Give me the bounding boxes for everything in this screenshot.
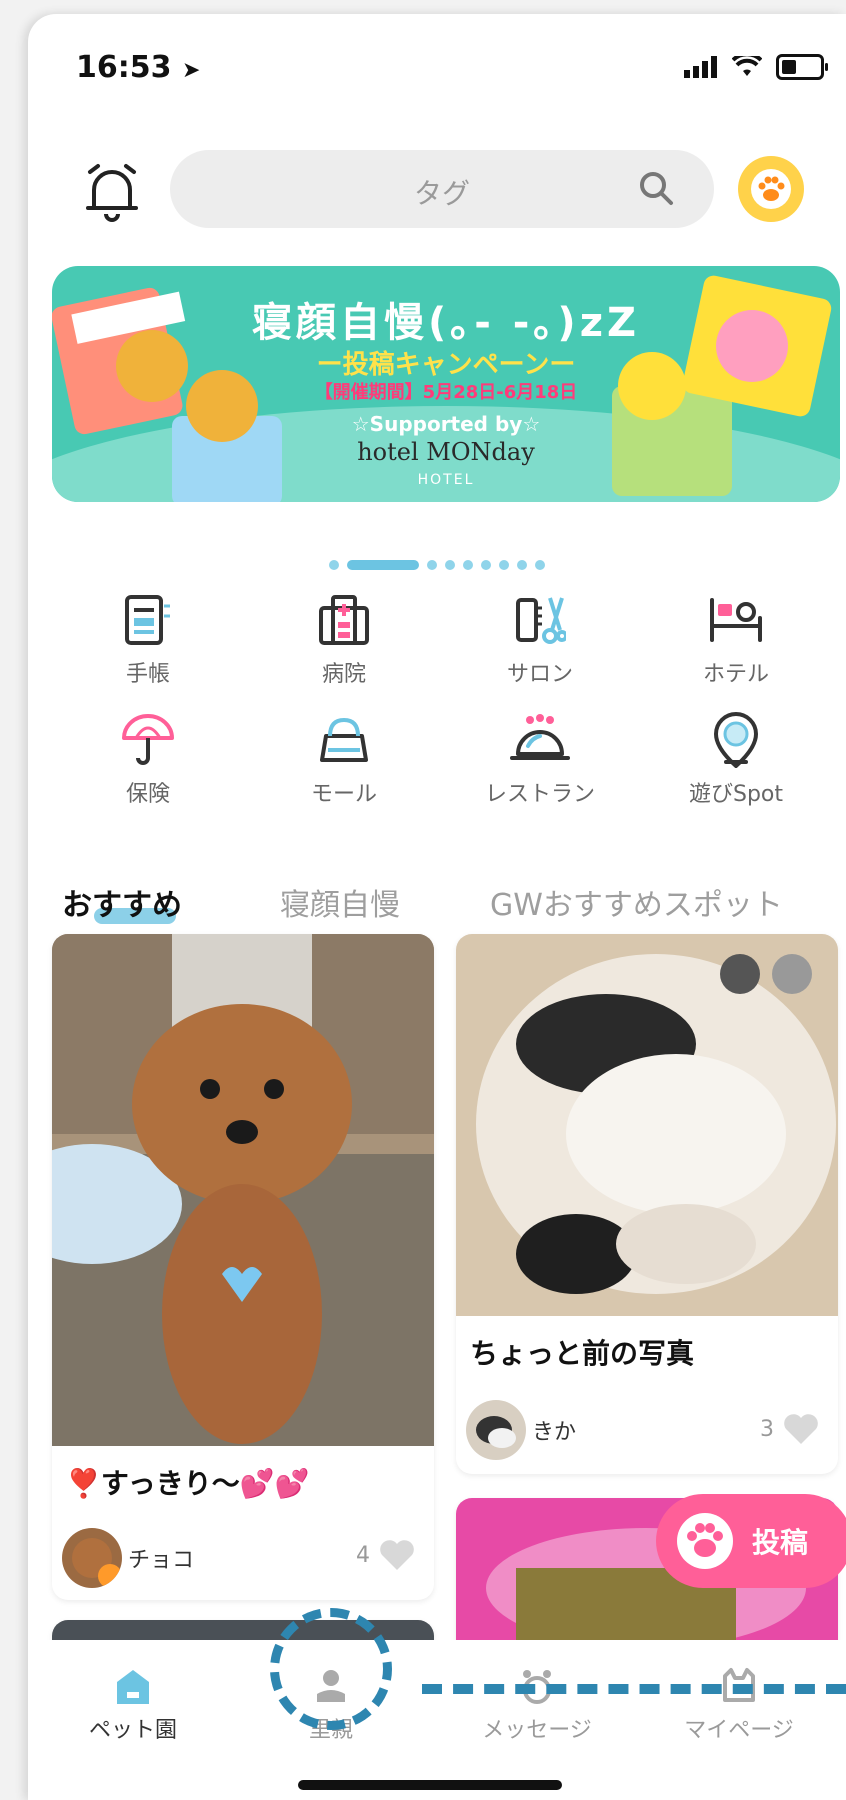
- campaign-banner[interactable]: 寝顔自慢(｡- -｡)zZ ー投稿キャンペーンー 【開催期間】5月28日-6月1…: [52, 266, 840, 502]
- like-count: 3: [760, 1416, 774, 1442]
- app-screen: 16:53 ➤ タグ 寝顔自慢(｡- -｡)zZ ー投稿キャンペーンー 【開催期…: [28, 14, 846, 1800]
- status-time: 16:53 ➤: [76, 50, 201, 85]
- post-title: ちょっと前の写真: [470, 1337, 695, 1370]
- notebook-icon: [125, 595, 170, 645]
- heart-icon: [380, 1540, 414, 1570]
- nav-message[interactable]: メッセージ: [452, 1660, 622, 1744]
- category-label: 遊びSpot: [688, 782, 784, 807]
- bottom-nav: ペット園 里親 メッセージ マイページ: [28, 1640, 846, 1800]
- paw-icon: [677, 1513, 733, 1569]
- carousel-dots[interactable]: [28, 560, 846, 570]
- shopping-bag-icon: [320, 717, 368, 762]
- banner-hotel-logo-2: HOTEL: [417, 472, 475, 488]
- post-username: きか: [532, 1420, 577, 1445]
- category-insurance[interactable]: 保険: [78, 712, 218, 808]
- avatar: [466, 1400, 526, 1460]
- location-arrow-icon: ➤: [181, 58, 201, 83]
- category-label: ホテル: [702, 662, 769, 687]
- carousel-dot[interactable]: [499, 560, 509, 570]
- post-user[interactable]: チョコ: [62, 1528, 194, 1588]
- category-restaurant[interactable]: レストラン: [470, 712, 610, 808]
- paw-profile-button[interactable]: [738, 156, 804, 222]
- category-mall[interactable]: モール: [274, 712, 414, 808]
- tab-gw-spots[interactable]: GWおすすめスポット: [490, 880, 783, 924]
- category-salon[interactable]: サロン: [470, 592, 610, 688]
- tab-recommended[interactable]: おすすめ: [62, 880, 182, 924]
- like-button[interactable]: 3: [760, 1412, 820, 1446]
- banner-title: 寝顔自慢(｡- -｡)zZ: [252, 300, 640, 346]
- carousel-dot[interactable]: [445, 560, 455, 570]
- hospital-icon: [319, 595, 369, 645]
- house-icon: [117, 1670, 149, 1704]
- map-pin-icon: [713, 712, 759, 768]
- category-label: 手帳: [125, 662, 170, 687]
- category-label: レストラン: [484, 782, 595, 807]
- salon-icon: [516, 597, 566, 644]
- carousel-dot[interactable]: [427, 560, 437, 570]
- wifi-icon: [732, 56, 762, 76]
- post-card[interactable]: ❣️すっきり〜💕💕 チョコ 4: [52, 934, 434, 1600]
- carousel-dot[interactable]: [463, 560, 473, 570]
- post-username: チョコ: [128, 1548, 195, 1573]
- banner-supported: ☆Supported by☆: [351, 412, 541, 436]
- banner-subtitle: ー投稿キャンペーンー: [316, 350, 576, 380]
- carousel-dot[interactable]: [329, 560, 339, 570]
- category-hotel[interactable]: ホテル: [666, 592, 806, 688]
- paw-icon: [751, 169, 791, 209]
- carousel-dot-active[interactable]: [347, 560, 419, 570]
- category-label: モール: [310, 782, 377, 807]
- post-photo[interactable]: [52, 934, 434, 1446]
- hotel-bed-icon: [710, 598, 762, 642]
- post-user[interactable]: きか: [466, 1400, 576, 1460]
- tab-sleeping-face[interactable]: 寝顔自慢: [280, 880, 400, 924]
- category-hospital[interactable]: 病院: [274, 592, 414, 688]
- carousel-dot[interactable]: [517, 560, 527, 570]
- nav-label: メッセージ: [482, 1718, 592, 1743]
- nav-pet-garden[interactable]: ペット園: [48, 1660, 218, 1744]
- highlight-circle: [270, 1608, 392, 1730]
- status-icons: [684, 54, 828, 80]
- signal-icon: [684, 56, 717, 78]
- category-label: 保険: [125, 782, 170, 807]
- restaurant-cloche-icon: [510, 714, 570, 760]
- heart-icon: [784, 1414, 818, 1444]
- category-spot[interactable]: 遊びSpot: [666, 712, 806, 808]
- banner-hotel-logo: hotel MONday: [357, 438, 535, 466]
- battery-icon: [776, 54, 828, 80]
- like-count: 4: [356, 1542, 370, 1568]
- avatar: [62, 1528, 122, 1588]
- bell-icon[interactable]: [84, 162, 140, 224]
- category-label: サロン: [506, 662, 573, 687]
- category-label: 病院: [321, 662, 366, 687]
- post-title: ❣️すっきり〜💕💕: [66, 1467, 310, 1500]
- highlight-dashed-line: [422, 1684, 846, 1694]
- post-card[interactable]: ちょっと前の写真 きか 3: [456, 934, 838, 1474]
- umbrella-icon: [122, 714, 174, 765]
- search-icon: [640, 172, 673, 205]
- like-button[interactable]: 4: [356, 1538, 416, 1572]
- carousel-dot[interactable]: [481, 560, 491, 570]
- post-button-label: 投稿: [752, 1526, 809, 1559]
- nav-mypage[interactable]: マイページ: [654, 1660, 824, 1744]
- banner-period: 【開催期間】5月28日-6月18日: [314, 382, 578, 403]
- carousel-dot[interactable]: [535, 560, 545, 570]
- nav-label: マイページ: [684, 1718, 794, 1743]
- nav-label: ペット園: [88, 1718, 177, 1743]
- home-indicator: [298, 1780, 562, 1790]
- category-notebook[interactable]: 手帳: [78, 592, 218, 688]
- post-button[interactable]: 投稿: [656, 1494, 846, 1588]
- search-bar[interactable]: タグ: [170, 150, 714, 228]
- search-placeholder: タグ: [413, 177, 470, 210]
- post-photo[interactable]: [456, 934, 838, 1316]
